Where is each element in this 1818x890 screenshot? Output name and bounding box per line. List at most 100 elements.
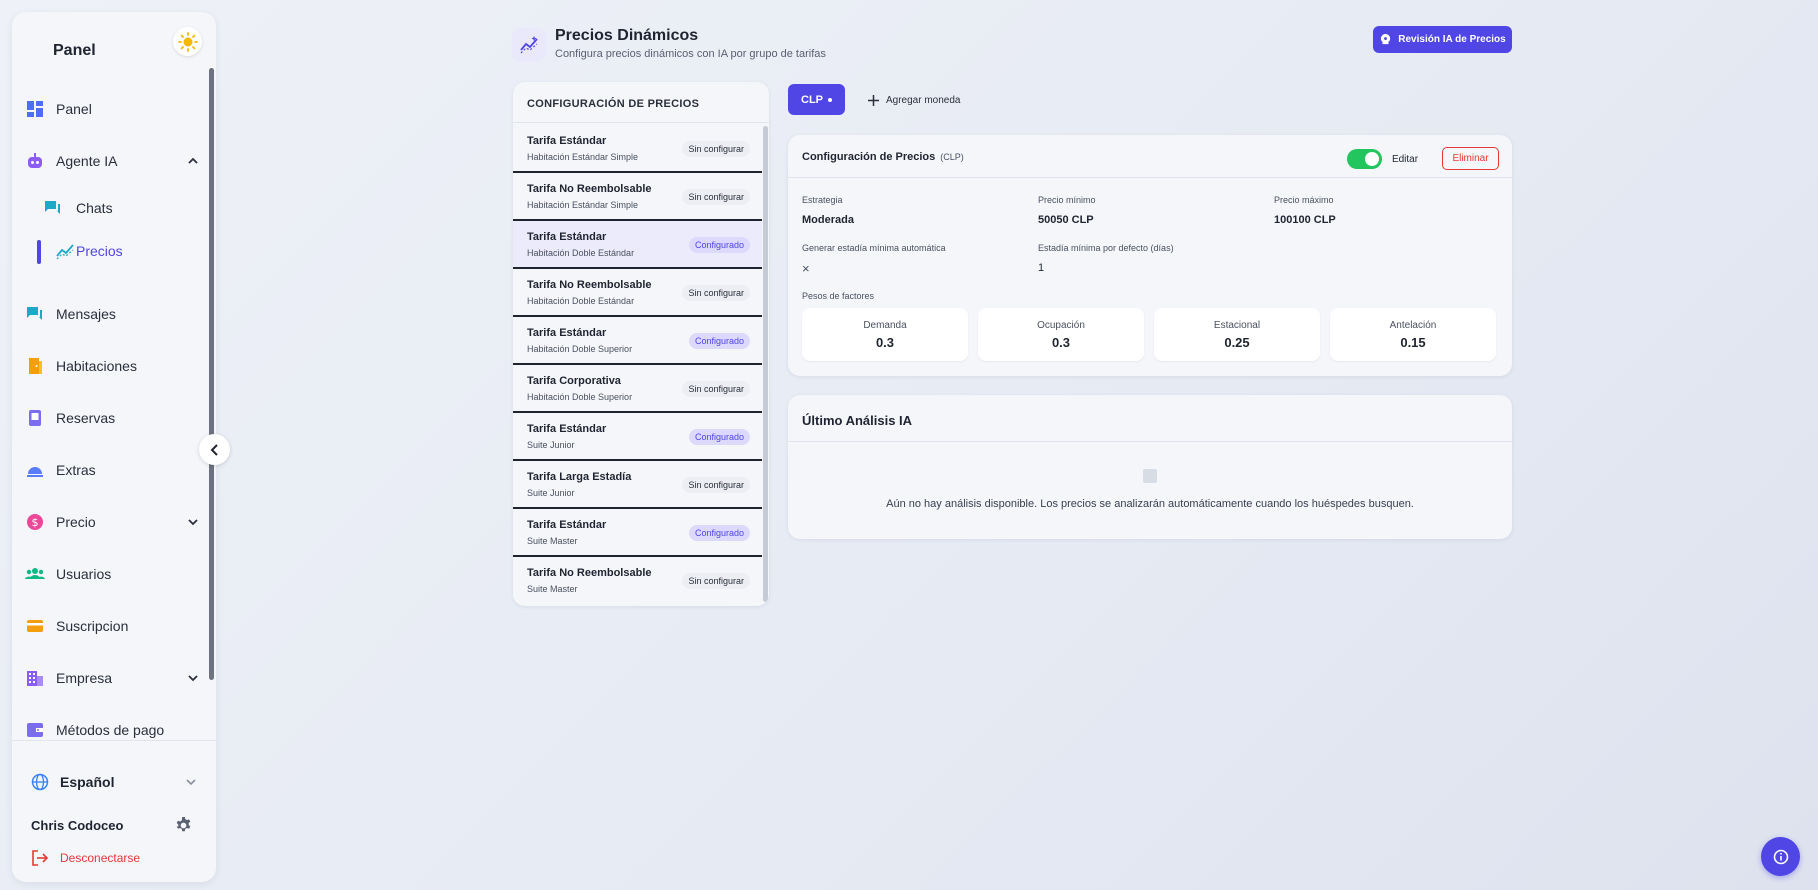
language-selector[interactable]: Español [12, 768, 208, 796]
chevron-down-icon [188, 519, 198, 526]
sidebar-item-metodos-de-pago[interactable]: Métodos de pago [12, 713, 208, 747]
divider [788, 177, 1512, 178]
weight-card-seasonal: Estacional 0.25 [1154, 308, 1320, 361]
price-config-card: Configuración de Precios (CLP) Editar Eli… [788, 135, 1512, 376]
rate-room: Habitación Doble Estándar [527, 296, 635, 306]
active-dot [828, 97, 832, 102]
sidebar-item-chats[interactable]: Chats [12, 191, 208, 225]
rate-name: Tarifa Larga Estadía [527, 471, 632, 483]
sidebar-item-habitaciones[interactable]: Habitaciones [12, 349, 208, 383]
sidebar-header: Panel [12, 12, 216, 68]
rate-item[interactable]: Tarifa Estándar Habitación Doble Superio… [513, 317, 762, 365]
sidebar-item-label: Panel [56, 101, 92, 117]
sidebar-item-label: Reservas [56, 410, 116, 426]
edit-button[interactable]: Editar [1388, 149, 1422, 169]
analysis-title: Último Análisis IA [802, 413, 913, 428]
chevron-up-icon [188, 157, 198, 164]
weight-card-demand: Demanda 0.3 [802, 308, 968, 361]
rate-list-scrollbar[interactable] [763, 126, 768, 602]
rate-list-heading: CONFIGURACIÓN DE PRECIOS [527, 98, 700, 110]
empty-state-icon [1143, 469, 1157, 483]
rate-item[interactable]: Tarifa Estándar Suite Master Configurado [513, 509, 762, 557]
sidebar-item-label: Precios [76, 243, 123, 259]
chat-icon [43, 198, 63, 218]
weight-card-occupancy: Ocupación 0.3 [978, 308, 1144, 361]
sidebar-item-agente-ia[interactable]: Agente IA [12, 144, 208, 178]
sidebar-item-label: Precio [56, 514, 96, 530]
weight-value: 0.3 [1051, 335, 1071, 350]
rate-name: Tarifa Estándar [527, 231, 607, 243]
rate-item[interactable]: Tarifa No Reembolsable Habitación Doble … [513, 269, 762, 317]
delete-button[interactable]: Eliminar [1442, 147, 1499, 170]
dollar-icon: $ [25, 512, 45, 532]
currency-tab-label: CLP [801, 93, 823, 106]
ai-price-review-label: Revisión IA de Precios [1398, 34, 1506, 45]
weight-card-lead-time: Antelación 0.15 [1330, 308, 1496, 361]
weight-value: 0.15 [1400, 335, 1426, 350]
language-label: Español [60, 774, 115, 790]
sidebar-item-label: Usuarios [56, 566, 112, 582]
add-currency-button[interactable]: Agregar moneda [867, 90, 961, 110]
rate-name: Tarifa Estándar [527, 135, 607, 147]
gear-icon[interactable] [174, 816, 193, 835]
theme-toggle-button[interactable] [173, 27, 202, 56]
rate-name: Tarifa Estándar [527, 519, 607, 531]
users-icon [25, 564, 45, 584]
help-button[interactable] [1761, 837, 1800, 876]
rate-item[interactable]: Tarifa Estándar Suite Junior Configurado [513, 413, 762, 461]
page-subtitle: Configura precios dinámicos con IA por g… [555, 48, 826, 60]
rate-item[interactable]: Tarifa Corporativa Habitación Doble Supe… [513, 365, 762, 413]
credit-card-icon [25, 616, 45, 636]
auto-min-stay-label: Generar estadía mínima automática [802, 243, 946, 253]
building-icon [25, 668, 45, 688]
rate-item[interactable]: Tarifa Estándar Habitación Estándar Simp… [513, 125, 762, 173]
sidebar-item-label: Métodos de pago [56, 722, 165, 738]
sidebar-item-suscripcion[interactable]: Suscripcion [12, 609, 208, 643]
sidebar-scrollbar[interactable] [209, 68, 214, 680]
sidebar-item-extras[interactable]: Extras [12, 453, 208, 487]
logout-button[interactable]: Desconectarse [12, 846, 208, 870]
rate-item[interactable]: Tarifa No Reembolsable Habitación Estánd… [513, 173, 762, 221]
config-title-text: Configuración de Precios [802, 151, 936, 163]
sidebar-item-precios[interactable]: Precios [12, 234, 208, 268]
max-price-label: Precio máximo [1274, 195, 1334, 205]
info-icon [1773, 849, 1788, 864]
weight-label: Demanda [863, 320, 907, 331]
sidebar-item-panel[interactable]: Panel [12, 92, 208, 126]
default-min-stay-label: Estadía mínima por defecto (días) [1038, 243, 1174, 253]
strategy-value: Moderada [802, 214, 854, 226]
booking-icon [25, 408, 45, 428]
ai-price-review-button[interactable]: Revisión IA de Precios [1373, 26, 1512, 53]
rate-item[interactable]: Tarifa No Reembolsable Suite Master Sin … [513, 557, 762, 605]
weight-value: 0.25 [1224, 335, 1250, 350]
rate-item-selected[interactable]: Tarifa Estándar Habitación Doble Estánda… [513, 221, 762, 269]
trend-chart-icon [55, 241, 75, 261]
page-title: Precios Dinámicos [555, 27, 699, 44]
min-price-label: Precio mínimo [1038, 195, 1096, 205]
rate-name: Tarifa No Reembolsable [527, 183, 652, 195]
currency-tab-clp[interactable]: CLP [788, 84, 845, 115]
status-badge: Sin configurar [682, 141, 750, 157]
status-badge: Sin configurar [682, 573, 750, 589]
weights-label: Pesos de factores [802, 291, 875, 301]
sidebar-item-empresa[interactable]: Empresa [12, 661, 208, 695]
sidebar-item-usuarios[interactable]: Usuarios [12, 557, 208, 591]
ai-brain-icon [1381, 33, 1391, 45]
sidebar-title: Panel [53, 42, 96, 59]
status-badge: Sin configurar [682, 381, 750, 397]
rate-name: Tarifa Estándar [527, 423, 607, 435]
rate-item[interactable]: Tarifa Larga Estadía Suite Junior Sin co… [513, 461, 762, 509]
collapse-sidebar-button[interactable] [199, 434, 230, 465]
rate-room: Suite Master [527, 584, 578, 594]
config-title: Configuración de Precios (CLP) [802, 151, 964, 163]
sidebar-item-precio[interactable]: $ Precio [12, 505, 208, 539]
page-icon [512, 28, 546, 62]
logout-label: Desconectarse [60, 851, 141, 865]
rate-room: Habitación Doble Superior [527, 392, 633, 402]
sidebar-item-reservas[interactable]: Reservas [12, 401, 208, 435]
globe-icon [31, 773, 49, 791]
sidebar-item-label: Habitaciones [56, 358, 137, 374]
user-name: Chris Codoceo [31, 818, 124, 833]
enabled-toggle[interactable] [1347, 149, 1382, 169]
sidebar-item-mensajes[interactable]: Mensajes [12, 297, 208, 331]
